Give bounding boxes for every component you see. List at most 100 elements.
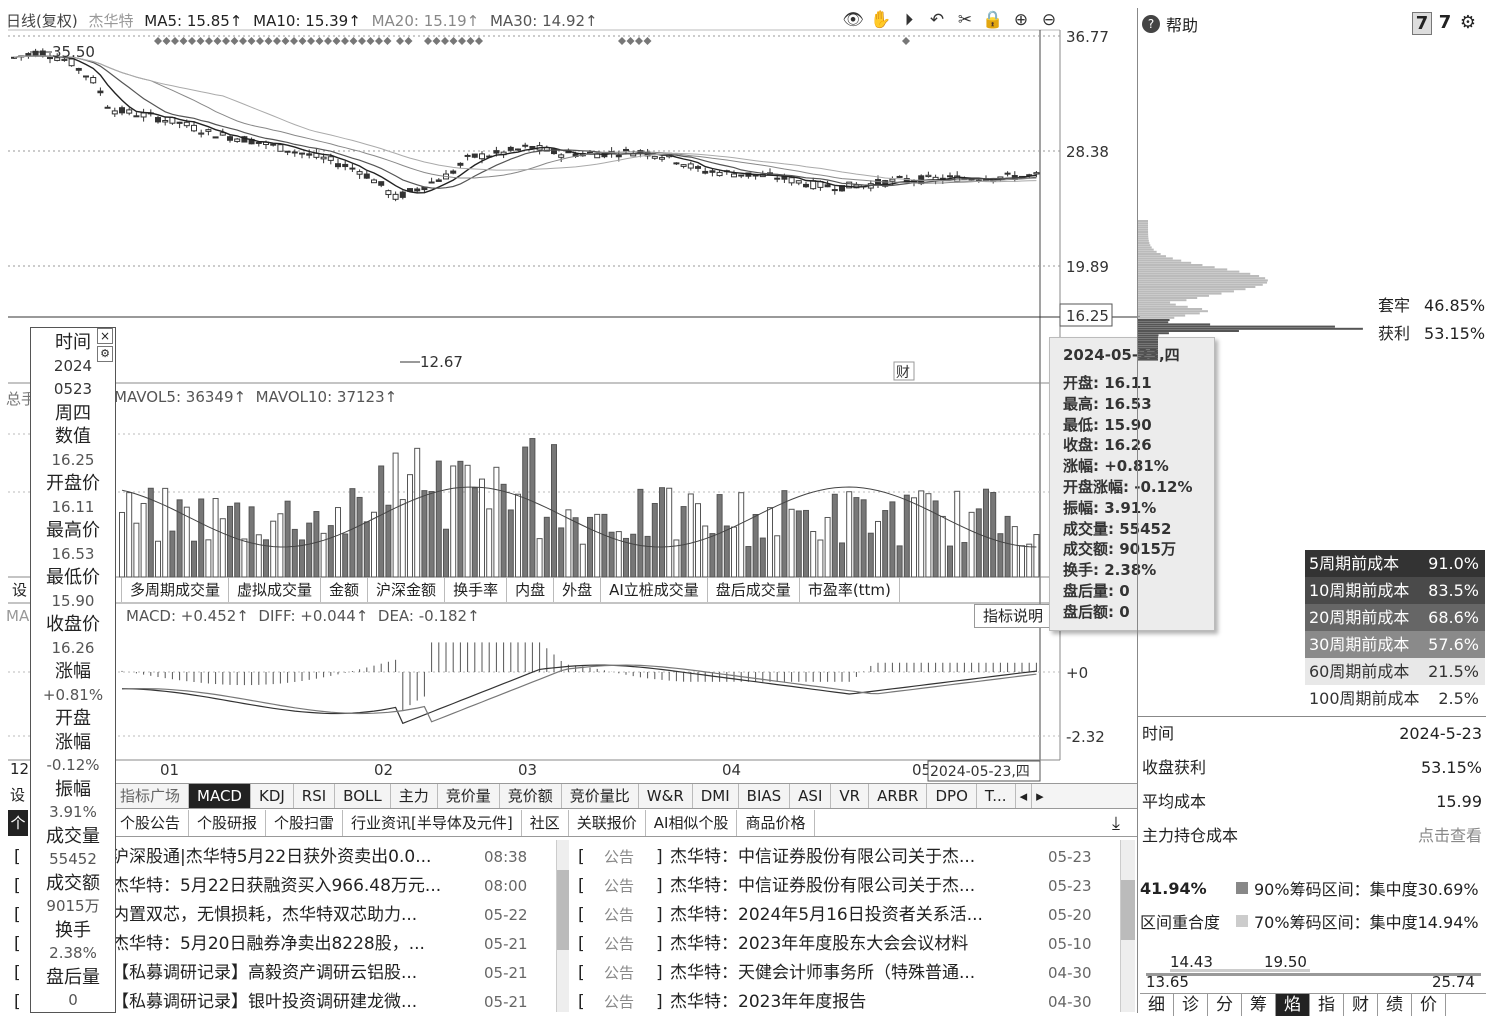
news-scrollbar-right[interactable] <box>1120 840 1135 1012</box>
tab-hs-amount[interactable]: 沪深金额 <box>368 578 446 602</box>
download-icon[interactable]: ⤓ <box>1112 813 1120 834</box>
tab-main-force[interactable]: 主力 <box>391 784 438 808</box>
tab-price[interactable]: 价 <box>1412 994 1446 1016</box>
macd-axis-label: +0 <box>1066 664 1088 682</box>
tab-macd[interactable]: MACD <box>189 784 251 808</box>
candle-body <box>947 175 953 178</box>
tab-dmi[interactable]: DMI <box>693 784 739 808</box>
candle-body <box>284 150 291 153</box>
volume-bar <box>306 522 313 578</box>
tab-vr[interactable]: VR <box>831 784 870 808</box>
tab-finance[interactable]: 财 <box>1344 994 1378 1016</box>
tab-arbr[interactable]: ARBR <box>869 784 928 808</box>
gear-icon[interactable]: ⚙ <box>1458 12 1478 35</box>
announcement-item[interactable]: [公告] 杰华特：中信证券股份有限公司关于杰... 05-23 <box>572 843 1120 872</box>
tab-related-quotes[interactable]: 关联报价 <box>569 810 646 836</box>
tab-more[interactable]: T... <box>977 784 1016 808</box>
scrollbar-thumb[interactable] <box>1121 880 1135 940</box>
tab-outer[interactable]: 外盘 <box>554 578 602 602</box>
announcement-item[interactable]: [公告] 杰华特：2024年5月16日投资者关系活... 05-20 <box>572 901 1120 930</box>
signal-diamond <box>213 37 222 45</box>
tab-virtual-volume[interactable]: 虚拟成交量 <box>229 578 322 602</box>
indicator-help-button[interactable]: 指标说明 <box>974 604 1053 628</box>
tab-turnover[interactable]: 换手率 <box>445 578 508 602</box>
scroll-right-icon[interactable]: ▸ <box>1032 784 1048 808</box>
period-cost-row[interactable]: 20周期前成本 68.6% <box>1305 604 1485 631</box>
candle-body <box>83 75 89 78</box>
candle-body <box>925 174 932 178</box>
tab-wr[interactable]: W&R <box>639 784 693 808</box>
tab-multi-period-volume[interactable]: 多周期成交量 <box>122 578 230 602</box>
news-scrollbar-left[interactable] <box>556 840 569 1012</box>
right-toolbar: 7 7 ⚙ <box>1412 12 1478 35</box>
volume-bar <box>435 460 442 578</box>
tab-indicator-plaza[interactable]: 指标广场 <box>112 784 190 808</box>
tab-flame[interactable]: 焰 <box>1276 994 1310 1016</box>
news-tab-left-stub[interactable]: 个 <box>8 810 28 836</box>
announcement-item[interactable]: [公告] 杰华特：2023年年度报告 04-30 <box>572 988 1120 1017</box>
tab-dpo[interactable]: DPO <box>927 784 977 808</box>
volume-bar <box>882 510 889 578</box>
tab-stock-research[interactable]: 个股研报 <box>189 810 267 836</box>
volume-bar <box>277 513 284 578</box>
left-edge-label[interactable]: 设 <box>10 784 25 805</box>
volume-bar <box>889 501 896 578</box>
candle-body <box>162 120 169 123</box>
tab-ai-volume[interactable]: AI立桩成交量 <box>601 578 708 602</box>
tab-pe-ttm[interactable]: 市盈率(ttm) <box>800 578 900 602</box>
tab-stock-risk-scan[interactable]: 个股扫雷 <box>266 810 344 836</box>
main-cost-link[interactable]: 点击查看 <box>1418 819 1482 853</box>
announcement-item[interactable]: [公告] 杰华特：中信证券股份有限公司关于杰... 05-23 <box>572 872 1120 901</box>
period-cost-row[interactable]: 30周期前成本 57.6% <box>1305 631 1485 658</box>
tab-after-hours-volume[interactable]: 盘后成交量 <box>708 578 800 602</box>
tab-kdj[interactable]: KDJ <box>251 784 294 808</box>
scrollbar-thumb[interactable] <box>557 870 569 950</box>
tab-diagnose[interactable]: 诊 <box>1174 994 1208 1016</box>
seven-alt-icon[interactable]: 7 <box>1436 12 1454 35</box>
seven-icon[interactable]: 7 <box>1412 12 1432 35</box>
tab-commodity-prices[interactable]: 商品价格 <box>737 810 815 836</box>
signal-diamond <box>179 37 188 45</box>
announcement-item[interactable]: [公告] 杰华特：天健会计师事务所（特殊普通... 04-30 <box>572 959 1120 988</box>
tab-settings-left[interactable]: 设 <box>8 578 31 602</box>
gear-icon[interactable]: ⚙ <box>97 346 113 362</box>
volume-bar <box>579 543 586 578</box>
period-cost-row[interactable]: 60周期前成本 21.5% <box>1305 658 1485 685</box>
tab-rsi[interactable]: RSI <box>294 784 336 808</box>
tab-detail[interactable]: 细 <box>1140 994 1174 1016</box>
volume-bar <box>392 452 399 578</box>
period-cost-row[interactable]: 10周期前成本 83.5% <box>1305 577 1485 604</box>
chip-bar <box>1138 220 1149 222</box>
tab-index[interactable]: 指 <box>1310 994 1344 1016</box>
volume-bar <box>824 516 831 578</box>
tab-auction-ratio[interactable]: 竞价量比 <box>562 784 639 808</box>
tab-tick[interactable]: 分 <box>1208 994 1242 1016</box>
volume-bar <box>335 507 341 578</box>
tab-amount[interactable]: 金额 <box>321 578 369 602</box>
volume-bar <box>515 493 521 578</box>
signal-diamond <box>196 37 205 45</box>
tab-boll[interactable]: BOLL <box>335 784 391 808</box>
chip-bar <box>1138 310 1208 313</box>
tab-performance[interactable]: 绩 <box>1378 994 1412 1016</box>
volume-bar <box>486 508 493 578</box>
volume-bar <box>759 537 766 578</box>
tab-inner[interactable]: 内盘 <box>507 578 555 602</box>
period-cost-row[interactable]: 5周期前成本 91.0% <box>1305 550 1485 577</box>
tab-industry-news[interactable]: 行业资讯[半导体及元件] <box>343 810 522 836</box>
tab-community[interactable]: 社区 <box>522 810 569 836</box>
volume-bar <box>227 505 233 578</box>
tab-ai-similar[interactable]: AI相似个股 <box>646 810 738 836</box>
tab-auction-amount[interactable]: 竞价额 <box>500 784 562 808</box>
tab-chips[interactable]: 筹 <box>1242 994 1276 1016</box>
tab-asi[interactable]: ASI <box>790 784 832 808</box>
announcement-item[interactable]: [公告] 杰华特：2023年年度股东大会会议材料 05-10 <box>572 930 1120 959</box>
scroll-left-icon[interactable]: ◂ <box>1016 784 1033 808</box>
tab-stock-announcements[interactable]: 个股公告 <box>112 810 190 836</box>
help-button[interactable]: ? 帮助 <box>1142 12 1198 36</box>
tab-bias[interactable]: BIAS <box>739 784 791 808</box>
close-icon[interactable]: × <box>97 328 113 344</box>
cai-marker[interactable]: 财 <box>896 365 910 381</box>
period-cost-row[interactable]: 100周期前成本 2.5% <box>1305 685 1485 712</box>
tab-auction-volume[interactable]: 竞价量 <box>438 784 500 808</box>
